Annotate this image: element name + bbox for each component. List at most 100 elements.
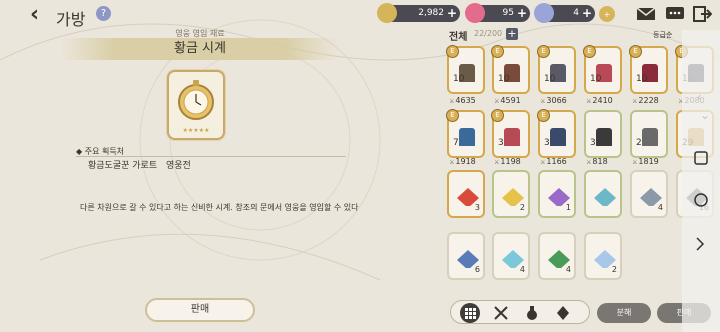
combat-power: 4635 — [449, 96, 475, 105]
pass-icon[interactable]: + — [598, 5, 618, 23]
dismantle-button[interactable]: 분해 — [597, 303, 651, 323]
inventory-item[interactable]: E 10 — [491, 45, 530, 94]
item-level: 3 — [590, 138, 596, 148]
item-quantity: 6 — [474, 265, 480, 274]
material-tab[interactable] — [553, 303, 573, 323]
combat-power: 1198 — [494, 157, 520, 166]
grade-badge: E — [446, 45, 459, 58]
inventory-item[interactable]: 2 — [584, 232, 622, 280]
mail-icon[interactable] — [636, 5, 656, 23]
grade-badge: E — [491, 45, 504, 58]
combat-power: 2228 — [632, 96, 658, 105]
gold-plus-icon[interactable]: + — [447, 5, 457, 22]
gem-value: 95 — [502, 8, 514, 18]
item-level: 10 — [453, 74, 465, 84]
combat-power: 4591 — [494, 96, 520, 105]
inventory-item[interactable] — [584, 170, 622, 218]
gem-currency[interactable]: 95 + — [465, 3, 530, 23]
item-quantity: 3 — [474, 203, 480, 212]
combat-power: 3066 — [540, 96, 566, 105]
crystal-currency[interactable]: 4 + — [534, 3, 595, 23]
item-quantity: 2 — [519, 203, 525, 212]
gem-plus-icon[interactable]: + — [517, 5, 527, 22]
inventory-item[interactable]: 6 — [447, 232, 485, 280]
item-icon — [594, 188, 616, 206]
svg-text:★★★★★: ★★★★★ — [183, 127, 210, 134]
chat-icon[interactable] — [665, 5, 685, 23]
category-tabs — [450, 300, 590, 324]
selected-item-card: ★★★★★ — [167, 70, 225, 140]
inventory-item[interactable]: 4 — [630, 170, 668, 218]
inventory-item[interactable]: E7 — [446, 109, 485, 158]
item-level: 3 — [544, 138, 550, 148]
acquire-source-2[interactable]: 영웅전 — [166, 158, 191, 171]
item-level: 10 — [544, 74, 556, 84]
exit-icon[interactable] — [692, 5, 712, 23]
gold-currency[interactable]: 2,982 + — [377, 3, 460, 23]
inventory-item[interactable]: 1 — [538, 170, 576, 218]
item-level: 10 — [498, 74, 510, 84]
combat-power: 818 — [586, 157, 607, 166]
sort-dropdown[interactable]: 등급순 — [653, 30, 672, 40]
weapon-tab[interactable] — [491, 303, 511, 323]
svg-text:+: + — [604, 10, 611, 19]
acquire-divider — [76, 156, 346, 157]
inventory-item[interactable]: E3 — [491, 109, 530, 158]
help-icon[interactable]: ? — [96, 6, 111, 21]
item-level: 10 — [590, 74, 602, 84]
crystal-plus-icon[interactable]: + — [582, 5, 592, 22]
expand-inventory-button[interactable]: + — [506, 28, 518, 40]
gold-watch-icon: ★★★★★ — [178, 80, 214, 134]
crossed-swords-icon — [494, 306, 508, 320]
inventory-item[interactable]: E 10 — [629, 45, 668, 94]
combat-power: 1819 — [632, 157, 658, 166]
combat-power: 1918 — [449, 157, 475, 166]
gold-coin-icon — [377, 3, 397, 23]
grade-badge: E — [537, 45, 550, 58]
acquire-source-1[interactable]: 황금도굴꾼 가로트 — [88, 158, 157, 171]
inventory-item[interactable]: E3 — [537, 109, 576, 158]
sell-button[interactable]: 판매 — [145, 298, 255, 322]
sidebar-icons — [694, 151, 708, 251]
item-quantity: 4 — [519, 265, 525, 274]
inventory-item[interactable]: E 10 — [537, 45, 576, 94]
item-quantity: 2 — [611, 265, 617, 274]
system-sidebar — [682, 30, 720, 332]
item-quantity: 4 — [565, 265, 571, 274]
combat-power: 1166 — [540, 157, 566, 166]
crystal-icon — [557, 306, 569, 320]
item-description: 다른 차원으로 갈 수 있다고 하는 신비한 시계. 창조의 문에서 영웅을 영… — [80, 203, 359, 212]
inventory-item[interactable]: E 10 — [446, 45, 485, 94]
gem-icon — [465, 3, 485, 23]
item-quantity: 1 — [565, 203, 571, 212]
back-arrow-icon[interactable]: ‹ — [30, 4, 52, 27]
item-level: 3 — [498, 138, 504, 148]
grade-badge: E — [629, 45, 642, 58]
all-tab[interactable] — [460, 303, 480, 323]
item-quantity: 4 — [657, 203, 663, 212]
item-name-banner: 황금 시계 — [60, 38, 340, 60]
grade-badge: E — [446, 109, 459, 122]
inventory-item[interactable]: 3 — [584, 110, 622, 158]
combat-power: 2410 — [586, 96, 612, 105]
crystal-icon — [534, 3, 554, 23]
item-name: 황금 시계 — [174, 41, 226, 56]
inventory-item[interactable]: 4 — [538, 232, 576, 280]
inventory-item[interactable]: 2 — [630, 110, 668, 158]
inventory-count: 22/200 — [474, 29, 503, 38]
filter-label: 전체 — [449, 32, 468, 43]
inventory-item[interactable]: 2 — [492, 170, 530, 218]
item-level: 7 — [453, 138, 459, 148]
page-title: 가방 — [56, 10, 86, 29]
grade-badge: E — [583, 45, 596, 58]
inventory-item[interactable]: E 10 — [583, 45, 622, 94]
inventory-item[interactable]: 4 — [492, 232, 530, 280]
grade-badge: E — [537, 109, 550, 122]
item-level: 10 — [636, 74, 648, 84]
grid-icon — [465, 308, 476, 319]
item-level: 2 — [636, 138, 642, 148]
potion-tab[interactable] — [522, 303, 542, 323]
potion-icon — [527, 306, 537, 320]
inventory-item[interactable]: 3 — [447, 170, 485, 218]
crystal-value: 4 — [573, 8, 579, 18]
